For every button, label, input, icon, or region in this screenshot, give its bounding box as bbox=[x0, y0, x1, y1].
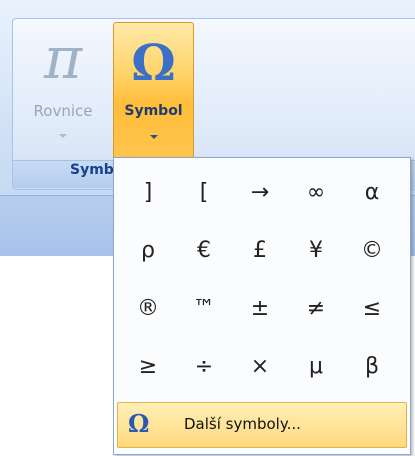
group-label: Symb bbox=[70, 162, 114, 178]
symbol-cell[interactable]: × bbox=[232, 338, 288, 396]
symbol-cell[interactable]: β bbox=[344, 338, 400, 396]
more-symbols-button[interactable]: Ω Další symboly... bbox=[117, 402, 407, 448]
symbol-label: Symbol bbox=[124, 103, 183, 119]
symbol-cell[interactable]: [ bbox=[176, 164, 232, 222]
symbol-cell[interactable]: ÷ bbox=[176, 338, 232, 396]
symbol-cell[interactable]: ≥ bbox=[120, 338, 176, 396]
chevron-down-icon bbox=[149, 135, 158, 139]
more-symbols-label: Další symboly... bbox=[184, 415, 301, 433]
symbol-cell[interactable]: α bbox=[344, 164, 400, 222]
symbol-cell[interactable]: £ bbox=[232, 222, 288, 280]
symbol-cell[interactable]: © bbox=[344, 222, 400, 280]
symbol-cell[interactable]: € bbox=[176, 222, 232, 280]
chevron-down-icon bbox=[59, 134, 67, 138]
symbol-cell[interactable]: μ bbox=[288, 338, 344, 396]
symbol-cell[interactable]: ¥ bbox=[288, 222, 344, 280]
symbol-cell[interactable]: ] bbox=[120, 164, 176, 222]
symbol-cell[interactable]: ≠ bbox=[288, 280, 344, 338]
symbol-cell[interactable]: ± bbox=[232, 280, 288, 338]
symbol-cell[interactable]: → bbox=[232, 164, 288, 222]
symbol-dropdown: ] [ → ∞ α ρ € £ ¥ © ® ™ ± ≠ ≤ ≥ ÷ × μ β … bbox=[113, 157, 411, 455]
symbol-cell[interactable]: ™ bbox=[176, 280, 232, 338]
rovnice-label: Rovnice bbox=[33, 102, 93, 120]
symbol-cell[interactable]: ∞ bbox=[288, 164, 344, 222]
omega-icon: Ω bbox=[131, 33, 176, 92]
symbol-button[interactable]: Ω Symbol bbox=[113, 22, 194, 160]
symbol-cell[interactable]: ≤ bbox=[344, 280, 400, 338]
symbol-cell[interactable]: ρ bbox=[120, 222, 176, 280]
omega-icon: Ω bbox=[128, 409, 150, 438]
pi-icon: π bbox=[43, 24, 83, 92]
rovnice-button[interactable]: π Rovnice bbox=[16, 22, 110, 158]
symbol-cell[interactable]: ® bbox=[120, 280, 176, 338]
